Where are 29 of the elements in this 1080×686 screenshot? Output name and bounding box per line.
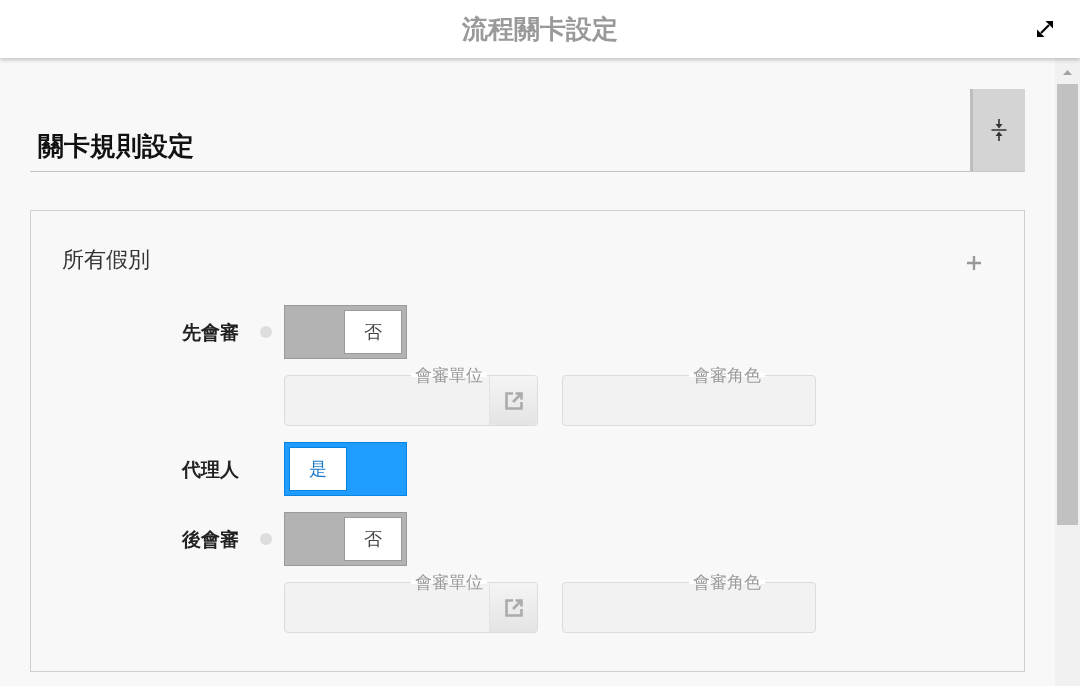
expand-button[interactable]	[1037, 21, 1053, 37]
toggle-switch[interactable]: 是	[284, 442, 407, 496]
field-label: 會審單位	[411, 572, 487, 592]
toggle-switch[interactable]: 否	[284, 305, 407, 359]
scroll-up-icon[interactable]	[1063, 70, 1072, 75]
toggle-switch[interactable]: 否	[284, 512, 407, 566]
add-button[interactable]	[967, 255, 981, 270]
toggle-knob[interactable]: 是	[289, 447, 347, 491]
scrollbar[interactable]	[1055, 58, 1080, 686]
external-link-icon	[503, 390, 524, 411]
window-title: 流程關卡設定	[462, 13, 618, 45]
toggle-knob[interactable]: 否	[344, 310, 402, 354]
section-title: 關卡規則設定	[38, 130, 194, 162]
open-picker-button[interactable]	[489, 376, 537, 425]
field-label: 會審單位	[411, 365, 487, 385]
field-label: 會審角色	[689, 365, 765, 385]
expand-icon	[1037, 21, 1053, 37]
row-label: 後會審	[182, 527, 239, 551]
external-link-icon	[503, 597, 524, 618]
plus-icon	[967, 255, 981, 270]
collapse-button[interactable]	[970, 89, 1025, 171]
open-picker-button[interactable]	[489, 583, 537, 632]
panel-title: 所有假別	[62, 247, 150, 273]
scrollbar-thumb[interactable]	[1057, 84, 1078, 525]
row-label: 先會審	[182, 320, 239, 344]
toggle-knob[interactable]: 否	[344, 517, 402, 561]
field-label: 會審角色	[689, 572, 765, 592]
row-label: 代理人	[182, 457, 239, 481]
collapse-icon	[991, 119, 1007, 141]
